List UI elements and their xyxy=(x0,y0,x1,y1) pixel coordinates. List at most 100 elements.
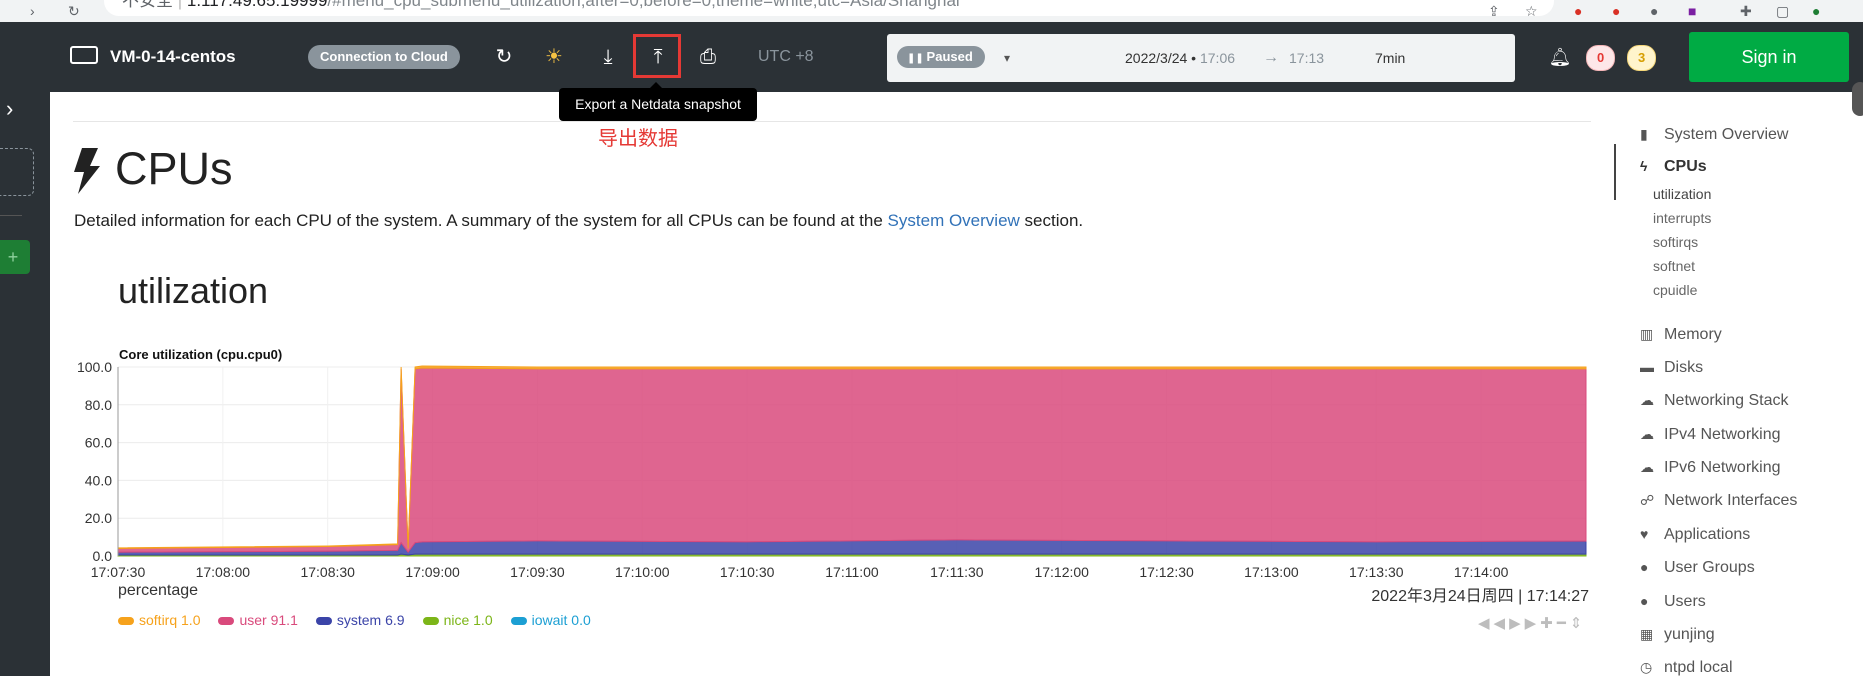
extension-icon[interactable]: ● xyxy=(1574,0,1582,22)
chart-date: 2022年3月24日周四 | 17:14:27 xyxy=(1371,588,1589,605)
legend-swatch xyxy=(422,617,439,626)
description-suffix: section. xyxy=(1024,211,1084,230)
window-icon[interactable]: ▢ xyxy=(1776,0,1789,22)
nav-item-memory[interactable]: ▥ Memory xyxy=(1640,326,1722,344)
legend-item-softirq[interactable]: softirq 1.0 xyxy=(118,612,200,628)
x-tick-label: 17:09:00 xyxy=(405,564,460,580)
warnings-badge[interactable]: 3 xyxy=(1627,45,1657,71)
expand-icon[interactable]: › xyxy=(6,96,13,122)
from-date: 2022/3/24 xyxy=(1125,50,1188,66)
server-icon xyxy=(70,46,98,64)
nav-item-label: User Groups xyxy=(1664,559,1755,576)
cpu-utilization-chart[interactable]: 100.0 80.0 60.0 40.0 20.0 0.017:07:30 17:08:00… xyxy=(72,355,1602,580)
alarms-badge[interactable]: 0 xyxy=(1586,45,1616,71)
nav-item-ipv4-networking[interactable]: ☁ IPv4 Networking xyxy=(1640,426,1781,444)
paused-pill[interactable]: ❚❚ Paused xyxy=(897,46,985,68)
chevron-down-icon[interactable]: ▾ xyxy=(1004,34,1010,82)
nav-item-system-overview[interactable]: ▮ System Overview xyxy=(1640,126,1788,144)
nav-item-user-groups[interactable]: ● User Groups xyxy=(1640,559,1755,577)
legend-swatch xyxy=(218,617,235,626)
nav-item-network-interfaces[interactable]: ☍ Network Interfaces xyxy=(1640,492,1797,510)
bookmark-icon: ▮ xyxy=(1640,126,1648,142)
nav-subitem-softirqs[interactable]: softirqs xyxy=(1653,234,1698,250)
nav-item-ipv6-networking[interactable]: ☁ IPv6 Networking xyxy=(1640,459,1781,477)
nav-item-networking-stack[interactable]: ☁ Networking Stack xyxy=(1640,392,1789,410)
sitemap-icon: ☍ xyxy=(1640,492,1655,508)
y-tick-label: 0.0 xyxy=(93,548,113,564)
y-tick-label: 60.0 xyxy=(85,435,112,451)
legend-label: system xyxy=(336,612,386,628)
hostname[interactable]: VM-0-14-centos xyxy=(110,22,236,92)
chart-legend: softirq 1.0 user 91.1 system 6.9 nice 1.0 io… xyxy=(118,612,609,628)
nav-item-label: Users xyxy=(1664,593,1706,610)
legend-value: 91.1 xyxy=(270,612,298,628)
legend-label: nice xyxy=(443,612,474,628)
extension-icon[interactable]: ● xyxy=(1650,0,1658,22)
heartbeat-icon: ♥ xyxy=(1640,526,1649,542)
nav-subitem-utilization[interactable]: utilization xyxy=(1653,186,1711,202)
security-label: 不安全 xyxy=(122,0,173,10)
print-icon[interactable]: ⎙ xyxy=(690,22,726,92)
nav-subitem-interrupts[interactable]: interrupts xyxy=(1653,210,1711,226)
nav-item-label: Memory xyxy=(1664,326,1722,343)
nav-item-label: IPv4 Networking xyxy=(1664,426,1781,443)
profile-icon[interactable]: ● xyxy=(1812,0,1820,22)
nav-subitem-cpuidle[interactable]: cpuidle xyxy=(1653,282,1697,298)
bell-icon[interactable]: 🔔︎ xyxy=(1542,22,1578,92)
time-duration: 7min xyxy=(1375,50,1406,66)
refresh-icon[interactable]: ↻ xyxy=(486,22,522,92)
nav-subitem-softnet[interactable]: softnet xyxy=(1653,258,1695,274)
nav-item-yunjing[interactable]: ▦ yunjing xyxy=(1640,626,1715,644)
legend-item-nice[interactable]: nice 1.0 xyxy=(422,612,493,628)
nav-item-label: CPUs xyxy=(1664,158,1707,175)
utc-offset[interactable]: UTC +8 xyxy=(758,22,814,92)
pan-right-icon[interactable]: ▶▶ xyxy=(1509,615,1540,632)
space-placeholder[interactable] xyxy=(0,148,34,196)
extension-icon[interactable]: ● xyxy=(1612,0,1620,22)
address-bar[interactable]: 不安全 | 1.117.49.65:19999/#menu_cpu_submen… xyxy=(104,0,1554,16)
puzzle-icon[interactable]: ✚ xyxy=(1740,0,1752,22)
scrollbar-thumb[interactable] xyxy=(1852,82,1863,116)
grid-icon: ▦ xyxy=(1640,626,1654,642)
nav-item-users[interactable]: ● Users xyxy=(1640,593,1706,611)
url-path: /#menu_cpu_submenu_utilization;after=0;b… xyxy=(327,0,960,10)
sign-in-button[interactable]: Sign in xyxy=(1689,32,1849,82)
nav-item-label: yunjing xyxy=(1664,626,1715,643)
add-space-button[interactable]: + xyxy=(0,240,30,274)
legend-item-iowait[interactable]: iowait 0.0 xyxy=(510,612,591,628)
top-bar: VM-0-14-centos Connection to Cloud ↻ ☀ ⤓… xyxy=(0,22,1863,92)
resize-icon[interactable]: ⇕ xyxy=(1570,615,1587,632)
system-overview-link[interactable]: System Overview xyxy=(888,211,1020,230)
pan-left-icon[interactable]: ◀◀ xyxy=(1478,615,1509,632)
x-tick-label: 17:10:30 xyxy=(720,564,775,580)
download-icon[interactable]: ⤓ xyxy=(590,22,626,92)
memory-icon: ▥ xyxy=(1640,326,1654,342)
x-tick-label: 17:12:00 xyxy=(1034,564,1089,580)
nav-active-indicator xyxy=(1614,144,1616,200)
legend-item-user[interactable]: user 91.1 xyxy=(218,612,298,628)
forward-icon[interactable]: › xyxy=(30,0,35,22)
zoom-in-icon[interactable]: ✚ xyxy=(1540,615,1557,632)
x-tick-label: 17:12:30 xyxy=(1139,564,1194,580)
legend-item-system[interactable]: system 6.9 xyxy=(315,612,405,628)
time-to: 17:13 xyxy=(1289,50,1325,66)
nav-item-ntpd-local[interactable]: ◷ ntpd local xyxy=(1640,659,1733,677)
zoom-out-icon[interactable]: ━ xyxy=(1557,615,1570,632)
lightbulb-icon[interactable]: ☀ xyxy=(536,22,572,92)
arrow-right-icon: → xyxy=(1263,49,1279,66)
y-tick-label: 40.0 xyxy=(85,472,112,488)
time-picker[interactable]: ❚❚ Paused ▾ 2022/3/24 • 17:06 → 17:13 7m… xyxy=(887,34,1515,82)
section-divider xyxy=(73,121,1591,122)
nav-item-applications[interactable]: ♥ Applications xyxy=(1640,526,1750,544)
extension-icon[interactable]: ■ xyxy=(1688,0,1696,22)
share-icon[interactable]: ⇪ xyxy=(1488,0,1500,22)
nav-item-cpus[interactable]: ϟ CPUs xyxy=(1640,158,1707,176)
users-icon: ● xyxy=(1640,593,1649,609)
connection-to-cloud-pill[interactable]: Connection to Cloud xyxy=(308,45,460,69)
nav-item-disks[interactable]: ▬ Disks xyxy=(1640,359,1703,377)
star-icon[interactable]: ☆ xyxy=(1525,0,1538,22)
left-sidebar: › + xyxy=(0,22,50,676)
reload-icon[interactable]: ↻ xyxy=(68,0,80,22)
section-title: utilization xyxy=(118,270,269,311)
x-tick-label: 17:08:00 xyxy=(196,564,251,580)
